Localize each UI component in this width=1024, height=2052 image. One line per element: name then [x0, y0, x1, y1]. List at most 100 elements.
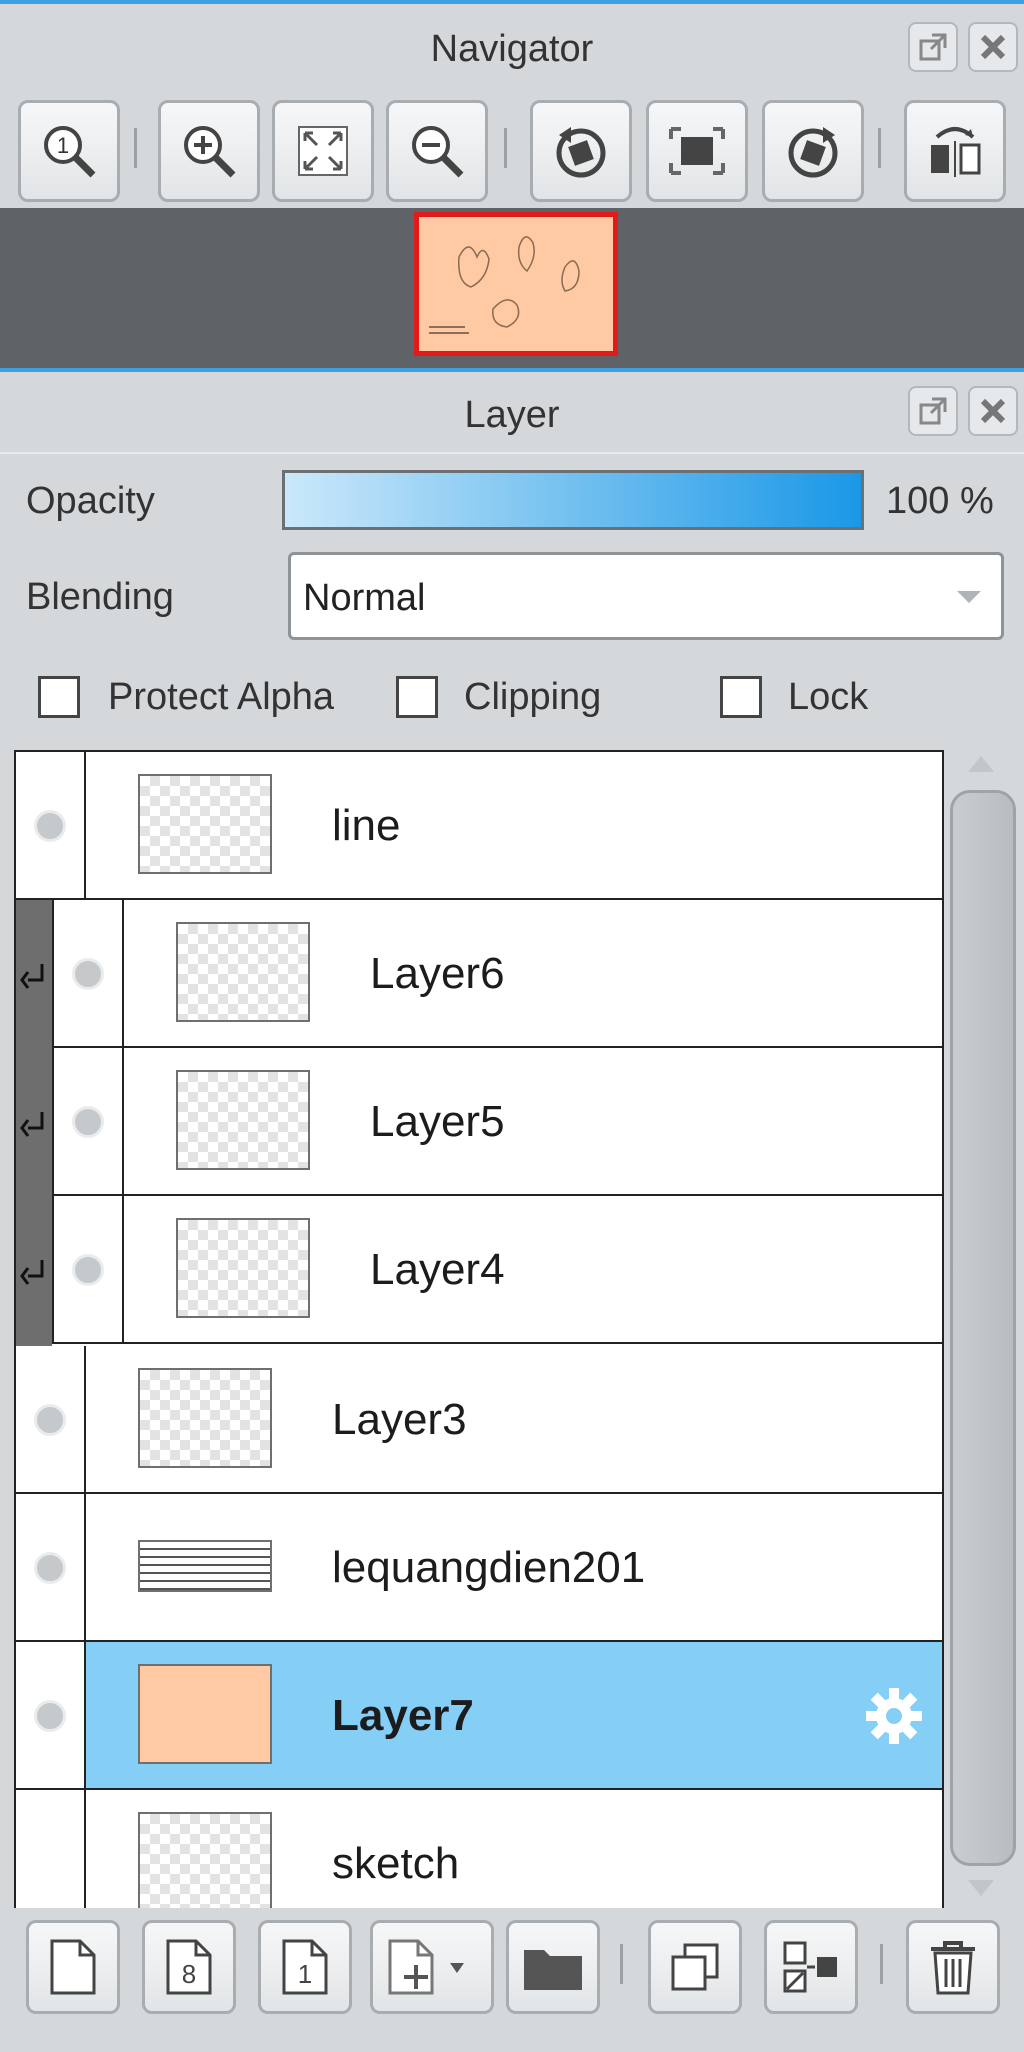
new-1bit-layer-button[interactable]: 1: [258, 1920, 352, 2014]
delete-layer-button[interactable]: [906, 1920, 1000, 2014]
layer-name: Layer3: [332, 1395, 467, 1444]
layer-panel-title: Layer: [464, 394, 560, 436]
rotate-right-button[interactable]: [762, 100, 864, 202]
layer-row[interactable]: Layer4: [52, 1196, 942, 1344]
visibility-toggle[interactable]: [72, 958, 104, 990]
toolbar-separator: [880, 1944, 883, 1984]
layer-row[interactable]: sketch: [16, 1790, 942, 1910]
layer-name: line: [332, 801, 401, 850]
scroll-up-icon[interactable]: [966, 754, 996, 774]
undock-icon[interactable]: [908, 22, 958, 72]
blending-value: Normal: [303, 577, 426, 619]
close-icon[interactable]: [968, 386, 1018, 436]
visibility-toggle[interactable]: [34, 1700, 66, 1732]
clipping-label: Clipping: [464, 676, 602, 718]
navigator-title: Navigator: [430, 28, 594, 70]
actual-size-icon: 1: [44, 126, 96, 178]
layer-list-scrollbar[interactable]: [950, 790, 1016, 1866]
layer-name: Layer5: [370, 1097, 505, 1146]
visibility-toggle[interactable]: [34, 1404, 66, 1436]
new-layer-icon: [50, 1939, 96, 1995]
new-8bit-layer-icon: 8: [166, 1939, 212, 1995]
gear-icon[interactable]: [862, 1684, 926, 1748]
visibility-toggle[interactable]: [34, 1552, 66, 1584]
navigator-viewport-frame[interactable]: [414, 212, 618, 356]
layer-thumbnail: [138, 774, 272, 874]
lock-checkbox[interactable]: [720, 676, 762, 718]
svg-text:1: 1: [298, 1959, 312, 1989]
layer-thumbnail: [138, 1812, 272, 1910]
fit-window-button[interactable]: [272, 100, 374, 202]
layer-name: Layer6: [370, 949, 505, 998]
zoom-in-button[interactable]: [158, 100, 260, 202]
layer-row[interactable]: lequangdien201: [16, 1494, 942, 1642]
new-layer-button[interactable]: [26, 1920, 120, 2014]
toolbar-separator: [878, 128, 881, 168]
layer-name: sketch: [332, 1839, 460, 1888]
merge-down-icon: [783, 1941, 837, 1993]
reset-rotation-button[interactable]: [646, 100, 748, 202]
layer-thumbnail: [138, 1664, 272, 1764]
toolbar-separator: [504, 128, 507, 168]
clipping-arrow-icon: [20, 1260, 44, 1285]
layer-thumbnail: [176, 922, 310, 1022]
zoom-in-icon: [184, 126, 236, 178]
clipping-checkbox[interactable]: [396, 676, 438, 718]
visibility-toggle[interactable]: [72, 1106, 104, 1138]
layer-name: Layer7: [332, 1691, 474, 1740]
protect-alpha-checkbox[interactable]: [38, 676, 80, 718]
layer-name: Layer4: [370, 1245, 505, 1294]
layer-thumbnail: [138, 1540, 272, 1592]
scroll-down-icon[interactable]: [966, 1878, 996, 1898]
clipping-arrow-icon: [20, 1112, 44, 1137]
navigator-preview[interactable]: [0, 208, 1024, 368]
lock-label: Lock: [788, 676, 869, 718]
protect-alpha-label: Protect Alpha: [108, 676, 335, 718]
reset-rotation-icon: [669, 127, 725, 175]
actual-size-button[interactable]: 1: [18, 100, 120, 202]
visibility-toggle[interactable]: [72, 1254, 104, 1286]
blending-select[interactable]: Normal: [288, 552, 1004, 640]
blending-label: Blending: [26, 576, 174, 618]
folder-icon: [524, 1950, 582, 1990]
zoom-out-icon: [412, 126, 464, 178]
duplicate-layer-button[interactable]: [648, 1920, 742, 2014]
flip-horizontal-icon: [931, 127, 981, 177]
duplicate-layer-icon: [671, 1943, 719, 1991]
rotate-left-icon: [556, 127, 606, 178]
chevron-down-icon: [957, 591, 981, 603]
add-layer-menu-icon: [388, 1939, 464, 1995]
layer-row[interactable]: Layer6: [52, 900, 942, 1048]
canvas-thumbnail: [429, 236, 580, 334]
merge-down-button[interactable]: [764, 1920, 858, 2014]
layer-row[interactable]: line: [16, 752, 942, 900]
new-1bit-layer-icon: 1: [282, 1939, 328, 1995]
new-folder-button[interactable]: [506, 1920, 600, 2014]
layer-row-selected[interactable]: Layer7: [16, 1642, 942, 1790]
toolbar-separator: [134, 128, 137, 168]
undock-icon[interactable]: [908, 386, 958, 436]
layer-name: lequangdien201: [332, 1543, 646, 1592]
opacity-slider[interactable]: [282, 470, 864, 530]
svg-text:8: 8: [182, 1959, 196, 1989]
layer-panel-header-divider: [0, 452, 1024, 454]
layer-thumbnail: [176, 1070, 310, 1170]
visibility-cell: [16, 1790, 86, 1910]
flip-horizontal-button[interactable]: [904, 100, 1006, 202]
delete-layer-icon: [931, 1941, 975, 1995]
close-icon[interactable]: [968, 22, 1018, 72]
opacity-value: 100 %: [886, 480, 994, 522]
rotate-left-button[interactable]: [530, 100, 632, 202]
rotate-right-icon: [788, 127, 838, 178]
visibility-toggle[interactable]: [34, 810, 66, 842]
layer-row[interactable]: Layer5: [52, 1048, 942, 1196]
layer-thumbnail: [138, 1368, 272, 1468]
svg-text:1: 1: [57, 133, 69, 158]
add-layer-menu-button[interactable]: [370, 1920, 494, 2014]
layer-row[interactable]: Layer3: [16, 1346, 942, 1494]
layer-thumbnail: [176, 1218, 310, 1318]
zoom-out-button[interactable]: [386, 100, 488, 202]
new-8bit-layer-button[interactable]: 8: [142, 1920, 236, 2014]
opacity-slider-fill: [285, 473, 861, 527]
navigator-panel: Navigator 1: [0, 0, 1024, 368]
